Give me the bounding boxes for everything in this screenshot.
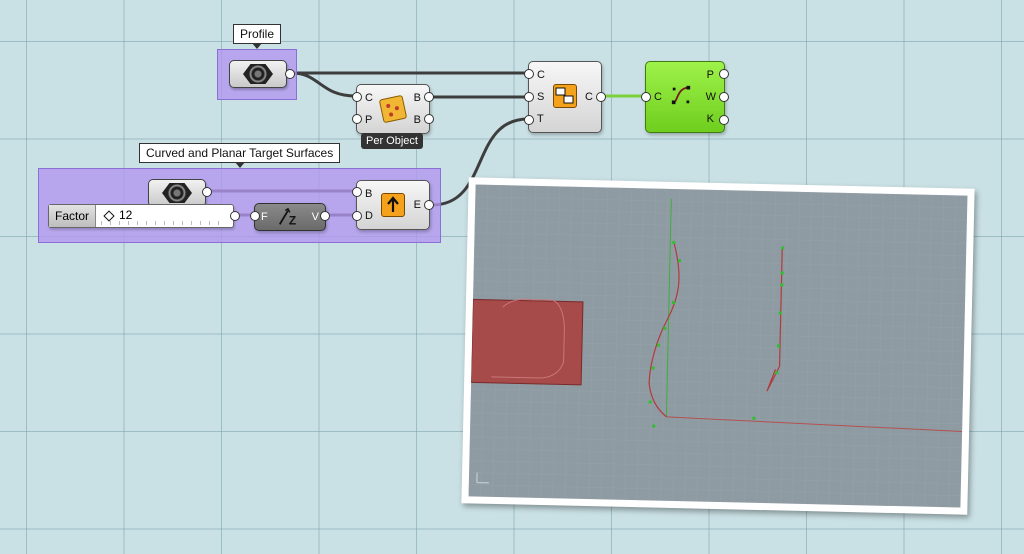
wire-profile-to-per-object	[290, 71, 358, 98]
nurbs-curve-icon	[671, 85, 691, 105]
orient-component[interactable]: C S T C	[528, 61, 602, 133]
surface-output-e: E	[413, 199, 421, 211]
curve-params-component[interactable]: C P W K	[645, 61, 725, 133]
per-object-output-b2-grip[interactable]	[424, 114, 434, 124]
per-object-output-b1: B	[413, 92, 421, 104]
orient-input-c: C	[537, 69, 545, 81]
curve-output-p: P	[706, 69, 714, 81]
per-object-input-p-grip[interactable]	[352, 114, 362, 124]
per-object-input-p: P	[365, 114, 373, 126]
orient-output-c: C	[585, 91, 593, 103]
profile-group-label: Profile	[233, 24, 282, 49]
targets-group-label: Curved and Planar Target Surfaces	[139, 143, 341, 168]
orient-icon	[553, 84, 577, 108]
slider-value: 12	[119, 208, 133, 222]
svg-text:Z: Z	[289, 213, 296, 227]
per-object-component[interactable]: C P B B	[356, 84, 430, 134]
slider-output-grip[interactable]	[230, 211, 240, 221]
target-output-grip[interactable]	[202, 187, 212, 197]
profile-output-grip[interactable]	[285, 69, 295, 79]
per-object-output-b1-grip[interactable]	[424, 92, 434, 102]
surface-input-d: D	[365, 210, 373, 222]
curve-output-w: W	[705, 91, 716, 103]
per-object-tag: Per Object	[361, 133, 423, 149]
surface-output-e-grip[interactable]	[424, 200, 434, 210]
per-object-input-c: C	[365, 92, 373, 104]
rhino-viewport-preview	[461, 177, 975, 515]
surface-input-b-grip[interactable]	[352, 187, 362, 197]
dice-icon	[378, 94, 408, 124]
unit-z-output-grip[interactable]	[320, 211, 330, 221]
unit-z-vector-icon: Z	[278, 207, 296, 227]
curve-output-k-grip[interactable]	[719, 115, 729, 125]
unit-z-component[interactable]: F Z V	[254, 203, 326, 231]
unit-z-input-f: F	[261, 211, 268, 223]
unit-z-output-v: V	[311, 211, 319, 223]
orient-output-c-grip[interactable]	[596, 92, 606, 102]
geometry-hex-icon	[243, 64, 273, 84]
viewport-canvas	[468, 184, 968, 508]
unit-z-input-grip[interactable]	[250, 211, 260, 221]
slider-ticks	[101, 221, 225, 225]
extrude-arrow-icon	[381, 193, 405, 217]
curve-output-p-grip[interactable]	[719, 69, 729, 79]
orient-input-c-grip[interactable]	[524, 69, 534, 79]
orient-input-s: S	[537, 91, 545, 103]
profile-geometry-param[interactable]	[229, 60, 287, 88]
geometry-hex-icon	[162, 183, 192, 203]
orient-input-s-grip[interactable]	[524, 92, 534, 102]
factor-slider[interactable]: Factor 12	[48, 204, 234, 228]
curve-output-w-grip[interactable]	[719, 92, 729, 102]
per-object-input-c-grip[interactable]	[352, 92, 362, 102]
slider-label: Factor	[49, 205, 96, 227]
orient-input-t: T	[537, 113, 544, 125]
per-object-output-b2: B	[413, 114, 421, 126]
viewport-scene	[468, 184, 968, 508]
surface-input-b: B	[365, 188, 373, 200]
target-geometry-param[interactable]	[148, 179, 206, 207]
curve-input-c-grip[interactable]	[641, 92, 651, 102]
slider-diamond-icon	[103, 210, 115, 222]
orient-input-t-grip[interactable]	[524, 115, 534, 125]
surface-input-d-grip[interactable]	[352, 211, 362, 221]
surface-frame-component[interactable]: B D E	[356, 180, 430, 230]
planar-surface-red	[470, 298, 584, 386]
curve-output-k: K	[706, 113, 714, 125]
curve-input-c: C	[654, 91, 662, 103]
